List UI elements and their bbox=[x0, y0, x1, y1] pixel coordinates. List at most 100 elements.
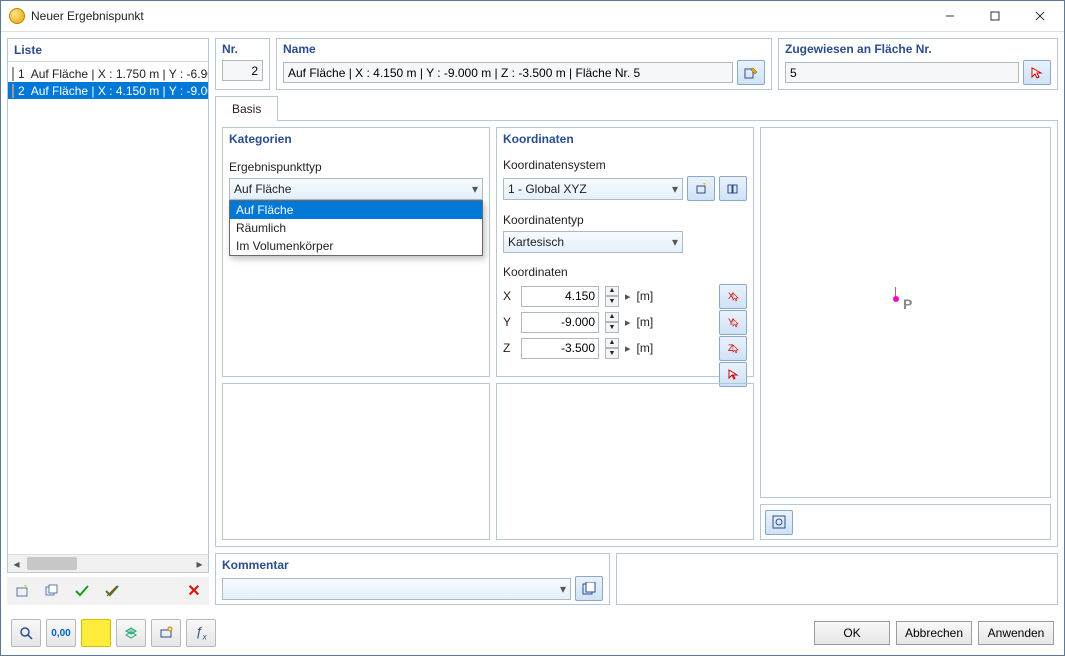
list-item[interactable]: 2 Auf Fläche | X : 4.150 m | Y : -9.00 bbox=[8, 82, 208, 99]
app-icon bbox=[9, 8, 25, 24]
check-include-button[interactable] bbox=[69, 579, 95, 603]
pick-z-button[interactable]: Z bbox=[719, 336, 747, 361]
coord-system-combo[interactable]: 1 - Global XYZ ▾ bbox=[503, 178, 683, 200]
coord-system-label: Koordinatensystem bbox=[503, 158, 747, 172]
scroll-left-arrow[interactable]: ◂ bbox=[8, 555, 25, 572]
layer-icon bbox=[124, 626, 138, 640]
edit-name-button[interactable] bbox=[737, 60, 765, 85]
coord-type-combo[interactable]: Kartesisch ▾ bbox=[503, 231, 683, 253]
pick-surface-button[interactable] bbox=[1023, 60, 1051, 85]
name-group: Name bbox=[276, 38, 772, 90]
units-label: 0,00 bbox=[51, 628, 70, 639]
scroll-thumb[interactable] bbox=[27, 557, 77, 570]
function-tool-button[interactable]: ƒx bbox=[186, 619, 216, 647]
delete-item-button[interactable]: ✕ bbox=[181, 579, 207, 603]
ok-button[interactable]: OK bbox=[814, 621, 890, 645]
coordinates-title: Koordinaten bbox=[503, 132, 747, 146]
minimize-button[interactable] bbox=[927, 2, 972, 30]
result-point-type-dropdown: Auf Fläche Räumlich Im Volumenkörper bbox=[229, 200, 483, 256]
coord-type-label: Koordinatentyp bbox=[503, 213, 747, 227]
z-input[interactable] bbox=[521, 338, 599, 359]
function-icon: ƒx bbox=[195, 624, 206, 642]
result-point-type-label: Ergebnispunkttyp bbox=[229, 160, 483, 174]
color-swatch bbox=[12, 67, 14, 81]
pick-z-icon: Z bbox=[727, 342, 739, 354]
horizontal-scrollbar[interactable]: ◂ ▸ bbox=[8, 554, 208, 572]
coordinates-blank-panel bbox=[496, 383, 754, 540]
preview-settings-button[interactable] bbox=[765, 510, 793, 535]
z-unit: [m] bbox=[637, 341, 661, 355]
layer-tool-button[interactable] bbox=[116, 619, 146, 647]
coord-system-value: 1 - Global XYZ bbox=[508, 182, 587, 196]
list-body[interactable]: 1 Auf Fläche | X : 1.750 m | Y : -6.90 2… bbox=[8, 62, 208, 554]
number-input[interactable] bbox=[222, 60, 263, 81]
coord-system-library-button[interactable] bbox=[719, 176, 747, 201]
list-item-text: Auf Fläche | X : 4.150 m | Y : -9.00 bbox=[31, 84, 208, 98]
maximize-button[interactable] bbox=[972, 2, 1017, 30]
color-tool-button[interactable] bbox=[81, 619, 111, 647]
chevron-down-icon: ▾ bbox=[672, 235, 678, 249]
dropdown-option[interactable]: Auf Fläche bbox=[230, 201, 482, 219]
new-item-button[interactable] bbox=[9, 579, 35, 603]
help-button[interactable] bbox=[11, 619, 41, 647]
comment-blank-panel bbox=[616, 553, 1058, 605]
pick-x-icon: X bbox=[727, 290, 739, 302]
library-icon bbox=[727, 183, 739, 195]
scroll-right-arrow[interactable]: ▸ bbox=[191, 555, 208, 572]
tab-basis[interactable]: Basis bbox=[215, 96, 278, 121]
z-stepper[interactable]: ▲▼ bbox=[605, 338, 619, 359]
close-icon bbox=[1035, 11, 1045, 21]
chevron-down-icon: ▾ bbox=[560, 582, 566, 596]
tab-strip: Basis bbox=[215, 96, 1058, 120]
close-button[interactable] bbox=[1017, 2, 1062, 30]
x-input[interactable] bbox=[521, 286, 599, 307]
scroll-track[interactable] bbox=[25, 555, 191, 572]
comment-library-button[interactable] bbox=[575, 576, 603, 601]
assigned-input[interactable] bbox=[785, 62, 1019, 83]
result-point-type-combo[interactable]: Auf Fläche ▾ bbox=[229, 178, 483, 200]
x-stepper[interactable]: ▲▼ bbox=[605, 286, 619, 307]
y-unit: [m] bbox=[637, 315, 661, 329]
pick-x-button[interactable]: X bbox=[719, 284, 747, 309]
y-input[interactable] bbox=[521, 312, 599, 333]
list-item-number: 2 bbox=[18, 84, 25, 98]
view-tool-button[interactable] bbox=[151, 619, 181, 647]
list-item[interactable]: 1 Auf Fläche | X : 1.750 m | Y : -6.90 bbox=[8, 65, 208, 82]
cancel-button[interactable]: Abbrechen bbox=[896, 621, 972, 645]
pick-y-button[interactable]: Y bbox=[719, 310, 747, 335]
coord-system-new-button[interactable] bbox=[687, 176, 715, 201]
coord-values-label: Koordinaten bbox=[503, 265, 747, 279]
name-label: Name bbox=[283, 42, 765, 56]
dropdown-option[interactable]: Im Volumenkörper bbox=[230, 237, 482, 255]
pick-arrow-icon bbox=[1030, 66, 1044, 80]
step-arrow-icon: ▸ bbox=[625, 290, 631, 303]
apply-button[interactable]: Anwenden bbox=[978, 621, 1054, 645]
view-icon bbox=[159, 626, 173, 640]
x-label: X bbox=[503, 289, 515, 303]
comment-combo[interactable]: ▾ bbox=[222, 578, 571, 600]
name-input[interactable] bbox=[283, 62, 733, 83]
title-bar: Neuer Ergebnispunkt bbox=[1, 1, 1064, 32]
x-unit: [m] bbox=[637, 289, 661, 303]
y-label: Y bbox=[503, 315, 515, 329]
units-button[interactable]: 0,00 bbox=[46, 619, 76, 647]
color-swatch bbox=[12, 84, 14, 98]
list-item-number: 1 bbox=[18, 67, 25, 81]
coordinates-panel: Koordinaten Koordinatensystem 1 - Global… bbox=[496, 127, 754, 377]
check-exclude-button[interactable] bbox=[99, 579, 125, 603]
categories-title: Kategorien bbox=[229, 132, 483, 146]
maximize-icon bbox=[990, 11, 1000, 21]
dropdown-option[interactable]: Räumlich bbox=[230, 219, 482, 237]
preview-settings-icon bbox=[772, 515, 786, 529]
list-panel: Liste 1 Auf Fläche | X : 1.750 m | Y : -… bbox=[7, 38, 209, 573]
preview-point-marker bbox=[893, 296, 899, 302]
copy-item-button[interactable] bbox=[39, 579, 65, 603]
number-group: Nr. bbox=[215, 38, 270, 90]
result-point-type-value: Auf Fläche bbox=[234, 182, 291, 196]
y-stepper[interactable]: ▲▼ bbox=[605, 312, 619, 333]
list-toolbar: ✕ bbox=[7, 577, 209, 605]
pick-point-icon bbox=[727, 368, 739, 380]
comment-title: Kommentar bbox=[222, 558, 603, 572]
dialog-footer: 0,00 ƒx OK Abbrechen Anwenden bbox=[1, 611, 1064, 655]
preview-panel[interactable]: P bbox=[760, 127, 1051, 498]
